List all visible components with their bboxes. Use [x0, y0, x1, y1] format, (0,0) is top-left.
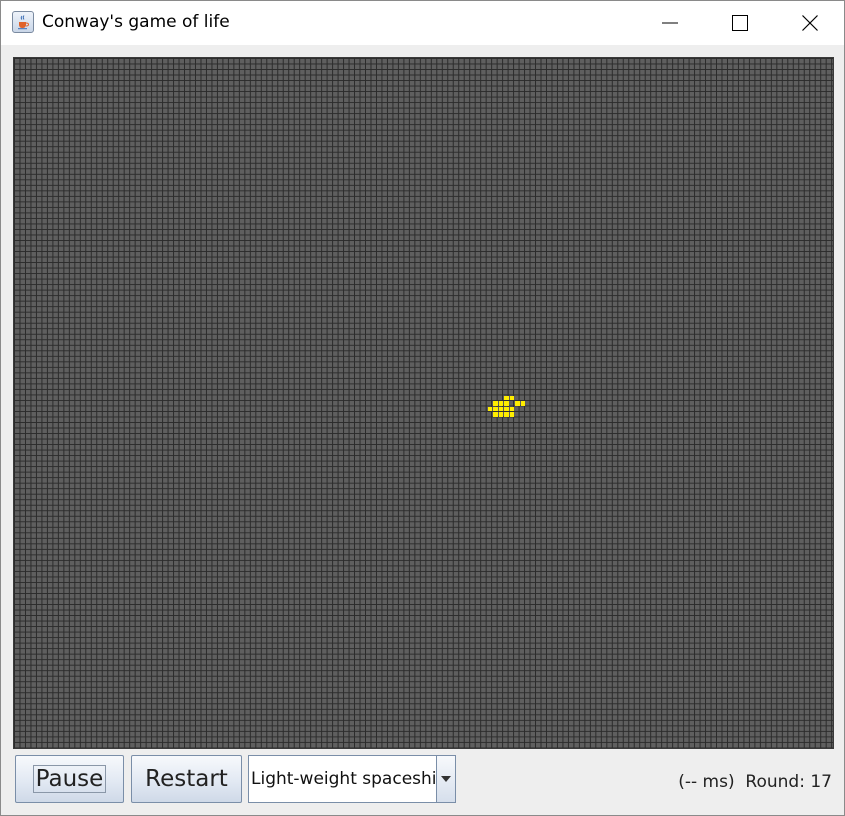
timing-text: (-- ms) — [678, 772, 735, 792]
status-bar: (-- ms) Round: 17 — [678, 772, 832, 792]
restart-button-label: Restart — [145, 766, 228, 792]
live-cell[interactable] — [493, 406, 498, 412]
live-cell[interactable] — [504, 395, 509, 401]
live-cell[interactable] — [498, 412, 504, 417]
java-coffee-cup-icon[interactable] — [12, 11, 34, 33]
live-cell[interactable] — [509, 412, 515, 417]
live-cell[interactable] — [504, 406, 509, 412]
window-title: Conway's game of life — [42, 12, 230, 32]
minimize-icon — [662, 22, 678, 24]
title-bar[interactable]: Conway's game of life — [1, 1, 844, 45]
pattern-select-value: Light-weight spaceship — [251, 769, 448, 789]
live-cell[interactable] — [487, 406, 493, 412]
live-cell[interactable] — [498, 401, 504, 406]
pattern-select-toggle[interactable] — [436, 756, 455, 802]
maximize-button[interactable] — [705, 1, 775, 45]
round-label: Round: — [745, 772, 805, 792]
pause-button[interactable]: Pause — [15, 755, 124, 803]
close-button[interactable] — [775, 1, 845, 45]
live-cell[interactable] — [493, 401, 498, 406]
maximize-icon — [732, 15, 748, 31]
live-cell[interactable] — [509, 395, 515, 401]
pattern-select[interactable]: Light-weight spaceship — [248, 755, 456, 803]
live-cell[interactable] — [493, 412, 498, 417]
game-board[interactable] — [14, 58, 833, 748]
live-cell[interactable] — [515, 401, 520, 406]
minimize-button[interactable] — [635, 1, 705, 45]
live-cell[interactable] — [509, 406, 515, 412]
chevron-down-icon — [441, 776, 451, 782]
close-icon — [802, 15, 818, 31]
pause-button-label: Pause — [32, 765, 107, 793]
live-cell[interactable] — [504, 412, 509, 417]
round-counter: 17 — [810, 772, 832, 792]
live-cell[interactable] — [504, 401, 509, 406]
live-cell[interactable] — [520, 401, 526, 406]
live-cell[interactable] — [498, 406, 504, 412]
restart-button[interactable]: Restart — [131, 755, 242, 803]
app-window: Conway's game of life Pause Restart Ligh… — [0, 0, 845, 816]
